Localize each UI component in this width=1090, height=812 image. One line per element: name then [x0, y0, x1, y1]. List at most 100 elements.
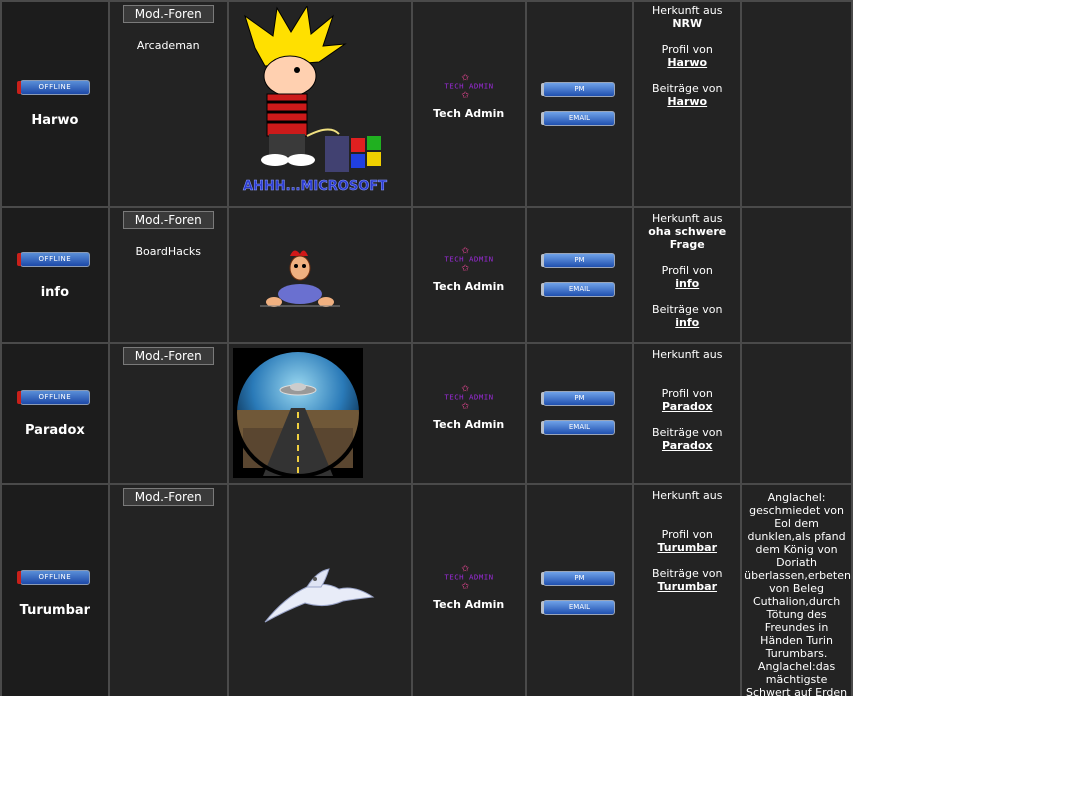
svg-text:✩: ✩	[461, 263, 469, 271]
user-cell: OFFLINE Paradox	[0, 342, 110, 485]
email-button[interactable]: EMAIL	[541, 282, 616, 297]
mod-forum-name[interactable]: Arcademan	[110, 39, 227, 52]
avatar-cell	[226, 342, 413, 485]
posts-label: Beiträge von	[652, 567, 723, 580]
user-cell: OFFLINE Harwo	[0, 0, 110, 208]
staff-table: OFFLINE Harwo Mod.-Foren Arcademan AHHH.…	[0, 0, 853, 696]
table-row: OFFLINE Turumbar Mod.-Foren ✩ TECH ADMIN…	[0, 483, 853, 696]
description-cell	[740, 0, 853, 208]
staff-list-container: OFFLINE Harwo Mod.-Foren Arcademan AHHH.…	[0, 0, 853, 696]
user-info-cell: Herkunft aus Profil von Paradox Beiträge…	[632, 342, 743, 485]
posts-label: Beiträge von	[652, 426, 723, 439]
origin-value: NRW	[672, 17, 703, 30]
profile-label: Profil von	[661, 43, 713, 56]
description-cell	[740, 206, 853, 344]
profile-label: Profil von	[661, 387, 713, 400]
profile-link[interactable]: Turumbar	[657, 541, 717, 554]
rank-title: Tech Admin	[433, 418, 505, 431]
description-cell: Anglachel: geschmiedet von Eol dem dunkl…	[740, 483, 853, 696]
posts-label: Beiträge von	[652, 82, 723, 95]
profile-link[interactable]: Paradox	[662, 400, 713, 413]
mod-forums-button[interactable]: Mod.-Foren	[122, 211, 214, 229]
origin-label: Herkunft aus	[652, 489, 723, 502]
origin-label: Herkunft aus	[652, 212, 723, 225]
svg-text:✩: ✩	[461, 401, 469, 409]
user-cell: OFFLINE Turumbar	[0, 483, 110, 696]
email-button[interactable]: EMAIL	[541, 111, 616, 126]
profile-label: Profil von	[661, 528, 713, 541]
username[interactable]: Paradox	[2, 424, 108, 437]
mod-forums-button[interactable]: Mod.-Foren	[122, 5, 214, 23]
user-cell: OFFLINE info	[0, 206, 110, 344]
user-info-cell: Herkunft aus NRW Profil von Harwo Beiträ…	[632, 0, 743, 208]
avatar-cell: AHHH...MICROSOFT	[226, 0, 413, 208]
offline-status-badge: OFFLINE	[16, 570, 90, 585]
user-description	[742, 208, 851, 214]
pm-button[interactable]: PM	[541, 391, 616, 406]
offline-status-badge: OFFLINE	[16, 390, 90, 405]
username[interactable]: info	[2, 286, 108, 299]
mod-forums-cell: Mod.-Foren	[107, 483, 229, 696]
rank-cell: ✩ TECH ADMIN ✩ Tech Admin	[410, 206, 527, 344]
rank-cell: ✩ TECH ADMIN ✩ Tech Admin	[410, 483, 527, 696]
posts-label: Beiträge von	[652, 303, 723, 316]
posts-link[interactable]: info	[675, 316, 699, 329]
rank-title: Tech Admin	[433, 280, 505, 293]
avatar-image	[232, 348, 363, 478]
table-row: OFFLINE Paradox Mod.-Foren ✩ TECH ADMIN …	[0, 342, 853, 485]
rank-banner-image: ✩ TECH ADMIN ✩	[444, 383, 493, 409]
contact-cell: PM EMAIL	[524, 483, 635, 696]
origin-label: Herkunft aus	[652, 4, 723, 17]
rank-banner-image: ✩ TECH ADMIN ✩	[444, 563, 493, 589]
mod-forums-cell: Mod.-Foren	[107, 342, 229, 485]
email-button[interactable]: EMAIL	[541, 420, 616, 435]
mod-forum-name[interactable]: BoardHacks	[110, 245, 227, 258]
origin-value: oha schwere Frage	[648, 225, 727, 251]
username[interactable]: Harwo	[2, 114, 108, 127]
rank-banner-image: ✩ TECH ADMIN ✩	[444, 245, 493, 271]
profile-link[interactable]: Harwo	[667, 56, 707, 69]
pm-button[interactable]: PM	[541, 82, 616, 97]
username[interactable]: Turumbar	[2, 604, 108, 617]
posts-link[interactable]: Paradox	[662, 439, 713, 452]
contact-cell: PM EMAIL	[524, 342, 635, 485]
rank-banner-image: ✩ TECH ADMIN ✩	[444, 72, 493, 98]
avatar-image	[259, 250, 340, 307]
user-description	[742, 2, 851, 8]
svg-text:✩: ✩	[461, 90, 469, 98]
rank-cell: ✩ TECH ADMIN ✩ Tech Admin	[410, 342, 527, 485]
offline-status-badge: OFFLINE	[16, 252, 90, 267]
user-description	[742, 344, 851, 350]
pm-button[interactable]: PM	[541, 571, 616, 586]
avatar-cell	[226, 206, 413, 344]
description-cell	[740, 342, 853, 485]
avatar-caption: AHHH...MICROSOFT	[243, 179, 387, 194]
posts-link[interactable]: Harwo	[667, 95, 707, 108]
mod-forums-button[interactable]: Mod.-Foren	[122, 488, 214, 506]
avatar-image	[264, 568, 375, 623]
rank-cell: ✩ TECH ADMIN ✩ Tech Admin	[410, 0, 527, 208]
user-description: Anglachel: geschmiedet von Eol dem dunkl…	[744, 491, 851, 696]
profile-label: Profil von	[661, 264, 713, 277]
pm-button[interactable]: PM	[541, 253, 616, 268]
mod-forums-cell: Mod.-Foren Arcademan	[107, 0, 229, 208]
avatar-image: AHHH...MICROSOFT	[242, 6, 387, 194]
contact-cell: PM EMAIL	[524, 0, 635, 208]
table-row: OFFLINE info Mod.-Foren BoardHacks ✩ TEC…	[0, 206, 853, 344]
mod-forums-cell: Mod.-Foren BoardHacks	[107, 206, 229, 344]
origin-value	[634, 361, 740, 374]
rank-title: Tech Admin	[433, 598, 505, 611]
user-info-cell: Herkunft aus oha schwere Frage Profil vo…	[632, 206, 743, 344]
offline-status-badge: OFFLINE	[16, 80, 90, 95]
contact-cell: PM EMAIL	[524, 206, 635, 344]
user-info-cell: Herkunft aus Profil von Turumbar Beiträg…	[632, 483, 743, 696]
posts-link[interactable]: Turumbar	[657, 580, 717, 593]
table-row: OFFLINE Harwo Mod.-Foren Arcademan AHHH.…	[0, 0, 853, 208]
avatar-cell	[226, 483, 413, 696]
rank-title: Tech Admin	[433, 107, 505, 120]
mod-forums-button[interactable]: Mod.-Foren	[122, 347, 214, 365]
origin-value	[634, 502, 740, 515]
profile-link[interactable]: info	[675, 277, 699, 290]
origin-label: Herkunft aus	[652, 348, 723, 361]
email-button[interactable]: EMAIL	[541, 600, 616, 615]
